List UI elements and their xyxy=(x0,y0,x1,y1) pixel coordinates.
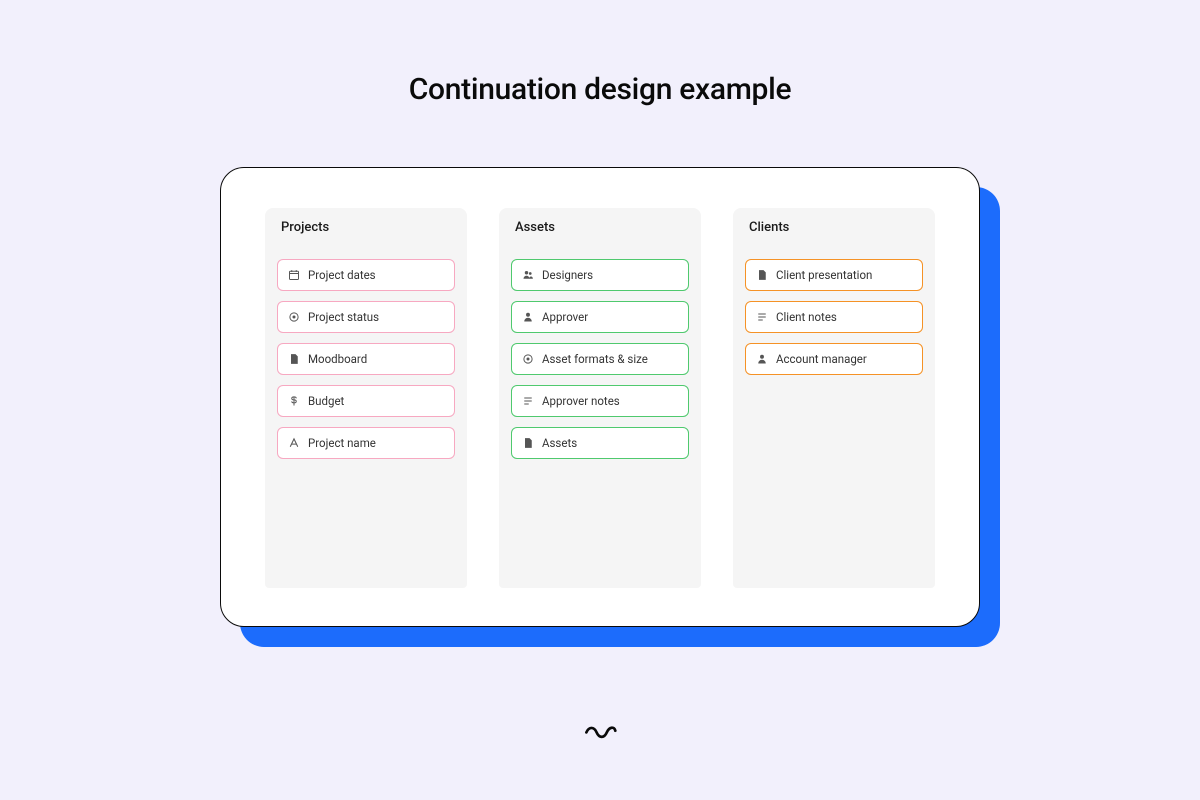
dollar-icon xyxy=(288,395,300,407)
field-assets[interactable]: Assets xyxy=(511,427,689,459)
document-icon xyxy=(756,269,768,281)
field-label: Project status xyxy=(308,310,379,324)
column-header-projects: Projects xyxy=(277,208,367,247)
field-approver-notes[interactable]: Approver notes xyxy=(511,385,689,417)
calendar-icon xyxy=(288,269,300,281)
logo-icon xyxy=(583,717,617,745)
field-approver[interactable]: Approver xyxy=(511,301,689,333)
status-icon xyxy=(522,353,534,365)
field-project-dates[interactable]: Project dates xyxy=(277,259,455,291)
column-assets: Assets Designers Approver Asset formats … xyxy=(499,208,701,588)
field-client-presentation[interactable]: Client presentation xyxy=(745,259,923,291)
column-header-clients: Clients xyxy=(745,208,827,247)
field-label: Moodboard xyxy=(308,352,367,366)
field-label: Budget xyxy=(308,394,344,408)
field-moodboard[interactable]: Moodboard xyxy=(277,343,455,375)
field-label: Assets xyxy=(542,436,577,450)
status-icon xyxy=(288,311,300,323)
people-icon xyxy=(522,269,534,281)
field-label: Asset formats & size xyxy=(542,352,648,366)
person-icon xyxy=(522,311,534,323)
field-label: Client notes xyxy=(776,310,837,324)
field-label: Approver notes xyxy=(542,394,620,408)
field-label: Project name xyxy=(308,436,376,450)
document-icon xyxy=(522,437,534,449)
column-projects: Projects Project dates Project status Mo… xyxy=(265,208,467,588)
person-icon xyxy=(756,353,768,365)
column-body-projects: Project dates Project status Moodboard B… xyxy=(277,259,455,459)
field-label: Client presentation xyxy=(776,268,872,282)
column-clients: Clients Client presentation Client notes… xyxy=(733,208,935,588)
field-label: Designers xyxy=(542,268,593,282)
main-card: Projects Project dates Project status Mo… xyxy=(220,167,980,627)
column-header-assets: Assets xyxy=(511,208,593,247)
notes-icon xyxy=(756,311,768,323)
field-account-manager[interactable]: Account manager xyxy=(745,343,923,375)
field-project-status[interactable]: Project status xyxy=(277,301,455,333)
field-label: Approver xyxy=(542,310,588,324)
column-body-clients: Client presentation Client notes Account… xyxy=(745,259,923,375)
page-title: Continuation design example xyxy=(409,72,791,107)
field-designers[interactable]: Designers xyxy=(511,259,689,291)
text-a-icon xyxy=(288,437,300,449)
field-label: Project dates xyxy=(308,268,376,282)
field-client-notes[interactable]: Client notes xyxy=(745,301,923,333)
notes-icon xyxy=(522,395,534,407)
card-wrapper: Projects Project dates Project status Mo… xyxy=(220,167,980,627)
document-icon xyxy=(288,353,300,365)
field-project-name[interactable]: Project name xyxy=(277,427,455,459)
field-asset-formats[interactable]: Asset formats & size xyxy=(511,343,689,375)
field-label: Account manager xyxy=(776,352,867,366)
field-budget[interactable]: Budget xyxy=(277,385,455,417)
column-body-assets: Designers Approver Asset formats & size … xyxy=(511,259,689,459)
